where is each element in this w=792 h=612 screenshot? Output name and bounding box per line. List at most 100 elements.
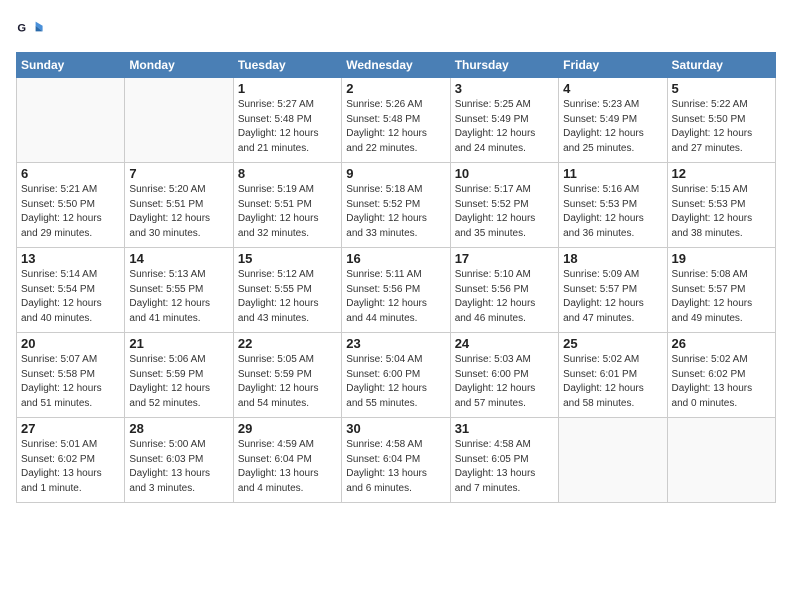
day-number: 31 [455,421,554,436]
day-number: 28 [129,421,228,436]
day-number: 3 [455,81,554,96]
calendar-cell: 20 Sunrise: 5:07 AMSunset: 5:58 PMDayligh… [17,333,125,418]
day-info: Sunrise: 5:23 AMSunset: 5:49 PMDaylight:… [563,98,662,156]
calendar-cell: 1 Sunrise: 5:27 AMSunset: 5:48 PMDaylight… [233,78,341,163]
calendar-week-row: 20 Sunrise: 5:07 AMSunset: 5:58 PMDayligh… [17,333,776,418]
calendar-cell: 21Sunrise: 5:06 AMSunset: 5:59 PMDayligh… [125,333,233,418]
calendar-cell: 8 Sunrise: 5:19 AMSunset: 5:51 PMDaylight… [233,163,341,248]
calendar-week-row: 1 Sunrise: 5:27 AMSunset: 5:48 PMDaylight… [17,78,776,163]
calendar-cell: 13Sunrise: 5:14 AMSunset: 5:54 PMDayligh… [17,248,125,333]
calendar-cell: 18 Sunrise: 5:09 AMSunset: 5:57 PMDayligh… [559,248,667,333]
day-number: 30 [346,421,445,436]
calendar-cell: 4 Sunrise: 5:23 AMSunset: 5:49 PMDaylight… [559,78,667,163]
calendar-cell: 16 Sunrise: 5:11 AMSunset: 5:56 PMDayligh… [342,248,450,333]
calendar-cell: 25 Sunrise: 5:02 AMSunset: 6:01 PMDayligh… [559,333,667,418]
day-info: Sunrise: 5:08 AMSunset: 5:57 PMDaylight:… [672,268,771,326]
calendar-cell: 24Sunrise: 5:03 AMSunset: 6:00 PMDayligh… [450,333,558,418]
logo-icon: G [16,16,44,44]
calendar-week-row: 13Sunrise: 5:14 AMSunset: 5:54 PMDayligh… [17,248,776,333]
day-number: 4 [563,81,662,96]
day-info: Sunrise: 5:22 AMSunset: 5:50 PMDaylight:… [672,98,771,156]
calendar-cell: 10 Sunrise: 5:17 AMSunset: 5:52 PMDayligh… [450,163,558,248]
calendar-cell: 19Sunrise: 5:08 AMSunset: 5:57 PMDayligh… [667,248,775,333]
day-of-week-header: Monday [125,53,233,78]
day-info: Sunrise: 5:02 AMSunset: 6:02 PMDaylight:… [672,353,771,411]
day-number: 22 [238,336,337,351]
calendar-cell: 11 Sunrise: 5:16 AMSunset: 5:53 PMDayligh… [559,163,667,248]
calendar-table: SundayMondayTuesdayWednesdayThursdayFrid… [16,52,776,503]
calendar-cell: 12 Sunrise: 5:15 AMSunset: 5:53 PMDayligh… [667,163,775,248]
day-info: Sunrise: 5:02 AMSunset: 6:01 PMDaylight:… [563,353,662,411]
day-info: Sunrise: 5:25 AMSunset: 5:49 PMDaylight:… [455,98,554,156]
day-info: Sunrise: 5:21 AMSunset: 5:50 PMDaylight:… [21,183,120,241]
day-info: Sunrise: 5:09 AMSunset: 5:57 PMDaylight:… [563,268,662,326]
calendar-cell: 15 Sunrise: 5:12 AMSunset: 5:55 PMDayligh… [233,248,341,333]
day-info: Sunrise: 5:10 AMSunset: 5:56 PMDaylight:… [455,268,554,326]
calendar-cell: 28 Sunrise: 5:00 AMSunset: 6:03 PMDayligh… [125,418,233,503]
day-number: 25 [563,336,662,351]
day-info: Sunrise: 5:11 AMSunset: 5:56 PMDaylight:… [346,268,445,326]
day-info: Sunrise: 4:58 AMSunset: 6:04 PMDaylight:… [346,438,445,496]
svg-text:G: G [17,22,26,34]
day-number: 9 [346,166,445,181]
calendar-week-row: 6 Sunrise: 5:21 AMSunset: 5:50 PMDaylight… [17,163,776,248]
calendar-cell: 29Sunrise: 4:59 AMSunset: 6:04 PMDayligh… [233,418,341,503]
day-of-week-header: Tuesday [233,53,341,78]
day-number: 17 [455,251,554,266]
day-info: Sunrise: 5:12 AMSunset: 5:55 PMDaylight:… [238,268,337,326]
day-info: Sunrise: 5:27 AMSunset: 5:48 PMDaylight:… [238,98,337,156]
day-info: Sunrise: 4:59 AMSunset: 6:04 PMDaylight:… [238,438,337,496]
day-info: Sunrise: 5:15 AMSunset: 5:53 PMDaylight:… [672,183,771,241]
day-info: Sunrise: 5:17 AMSunset: 5:52 PMDaylight:… [455,183,554,241]
day-number: 2 [346,81,445,96]
day-number: 11 [563,166,662,181]
day-number: 23 [346,336,445,351]
day-of-week-header: Friday [559,53,667,78]
day-number: 5 [672,81,771,96]
calendar-cell: 9 Sunrise: 5:18 AMSunset: 5:52 PMDaylight… [342,163,450,248]
day-number: 15 [238,251,337,266]
day-of-week-header: Saturday [667,53,775,78]
calendar-cell: 14Sunrise: 5:13 AMSunset: 5:55 PMDayligh… [125,248,233,333]
day-info: Sunrise: 5:01 AMSunset: 6:02 PMDaylight:… [21,438,120,496]
day-info: Sunrise: 5:05 AMSunset: 5:59 PMDaylight:… [238,353,337,411]
day-of-week-header: Wednesday [342,53,450,78]
calendar-cell [125,78,233,163]
day-number: 6 [21,166,120,181]
calendar-cell [667,418,775,503]
day-info: Sunrise: 5:16 AMSunset: 5:53 PMDaylight:… [563,183,662,241]
day-number: 18 [563,251,662,266]
calendar-cell: 26Sunrise: 5:02 AMSunset: 6:02 PMDayligh… [667,333,775,418]
day-info: Sunrise: 5:14 AMSunset: 5:54 PMDaylight:… [21,268,120,326]
day-info: Sunrise: 5:04 AMSunset: 6:00 PMDaylight:… [346,353,445,411]
calendar-cell: 17 Sunrise: 5:10 AMSunset: 5:56 PMDayligh… [450,248,558,333]
calendar-cell: 6 Sunrise: 5:21 AMSunset: 5:50 PMDaylight… [17,163,125,248]
day-info: Sunrise: 5:26 AMSunset: 5:48 PMDaylight:… [346,98,445,156]
day-number: 10 [455,166,554,181]
calendar-cell [17,78,125,163]
calendar-cell: 7 Sunrise: 5:20 AMSunset: 5:51 PMDaylight… [125,163,233,248]
calendar-cell: 5 Sunrise: 5:22 AMSunset: 5:50 PMDaylight… [667,78,775,163]
calendar-cell: 22 Sunrise: 5:05 AMSunset: 5:59 PMDayligh… [233,333,341,418]
calendar-cell: 30 Sunrise: 4:58 AMSunset: 6:04 PMDayligh… [342,418,450,503]
day-number: 8 [238,166,337,181]
day-number: 12 [672,166,771,181]
day-number: 16 [346,251,445,266]
logo: G [16,16,48,44]
calendar-cell: 23 Sunrise: 5:04 AMSunset: 6:00 PMDayligh… [342,333,450,418]
day-of-week-header: Thursday [450,53,558,78]
day-number: 1 [238,81,337,96]
day-info: Sunrise: 5:19 AMSunset: 5:51 PMDaylight:… [238,183,337,241]
calendar-cell: 2 Sunrise: 5:26 AMSunset: 5:48 PMDaylight… [342,78,450,163]
calendar-cell [559,418,667,503]
calendar-header: G [16,16,776,44]
day-number: 7 [129,166,228,181]
day-info: Sunrise: 5:07 AMSunset: 5:58 PMDaylight:… [21,353,120,411]
day-info: Sunrise: 5:00 AMSunset: 6:03 PMDaylight:… [129,438,228,496]
day-number: 20 [21,336,120,351]
day-info: Sunrise: 5:18 AMSunset: 5:52 PMDaylight:… [346,183,445,241]
day-number: 24 [455,336,554,351]
day-info: Sunrise: 5:20 AMSunset: 5:51 PMDaylight:… [129,183,228,241]
day-info: Sunrise: 5:13 AMSunset: 5:55 PMDaylight:… [129,268,228,326]
calendar-cell: 31Sunrise: 4:58 AMSunset: 6:05 PMDayligh… [450,418,558,503]
